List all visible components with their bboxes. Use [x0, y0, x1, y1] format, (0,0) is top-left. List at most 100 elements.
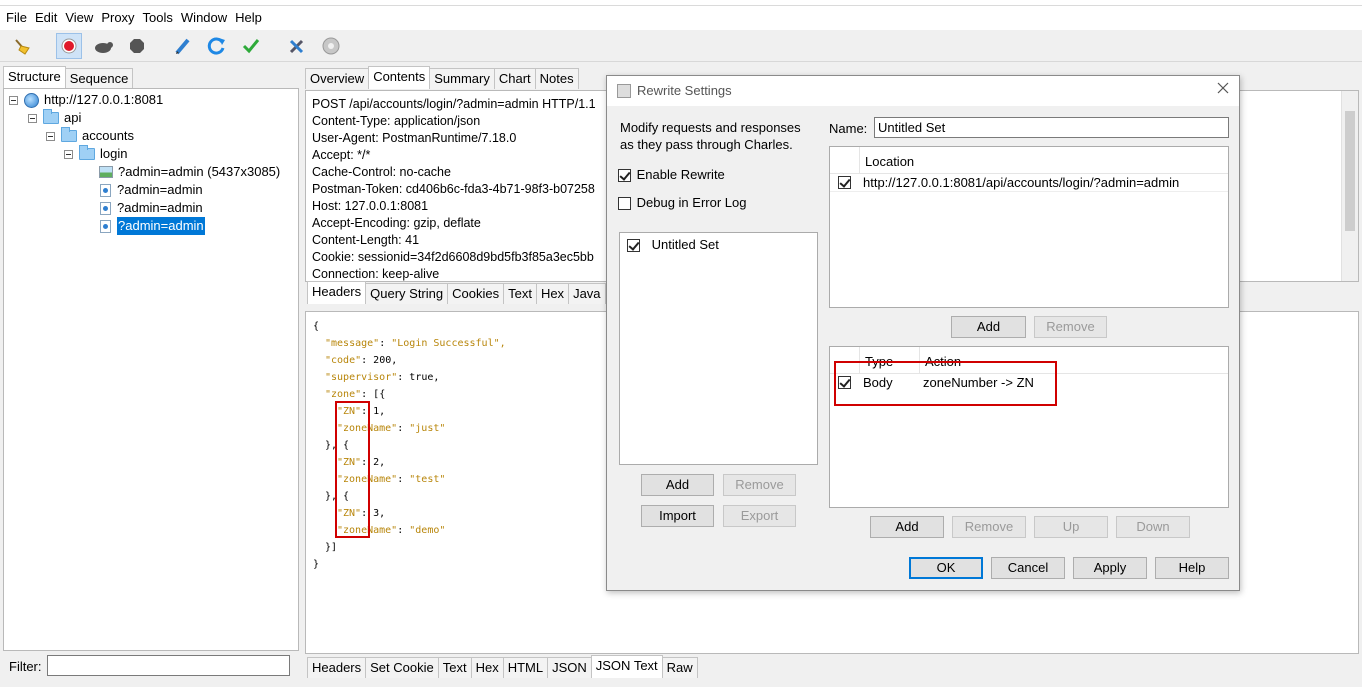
tree-accounts-row[interactable]: accounts — [46, 127, 134, 145]
tab-hex[interactable]: Hex — [535, 283, 570, 304]
settings-icon[interactable] — [318, 33, 344, 59]
header-line: Cookie: sessionid=34f2d6608d9bd5fb3f85a3… — [312, 250, 594, 264]
collapse-icon[interactable] — [9, 95, 18, 105]
record-icon[interactable] — [56, 33, 82, 59]
folder-icon — [61, 127, 77, 142]
json-value: "demo" — [409, 525, 446, 536]
cancel-button[interactable]: Cancel — [991, 557, 1065, 579]
validate-icon[interactable] — [238, 33, 264, 59]
remove-set-button[interactable]: Remove — [723, 474, 796, 496]
menu-file[interactable]: File — [2, 10, 31, 26]
checkbox-checked-icon[interactable] — [627, 239, 640, 253]
menu-tools[interactable]: Tools — [139, 10, 177, 26]
export-button[interactable]: Export — [723, 505, 796, 527]
tab-cookies[interactable]: Cookies — [447, 283, 505, 304]
vertical-scrollbar[interactable] — [1341, 91, 1358, 281]
collapse-icon[interactable] — [64, 149, 73, 159]
remove-location-button[interactable]: Remove — [1034, 316, 1107, 338]
tab-req-headers[interactable]: Headers — [307, 281, 367, 304]
add-set-button[interactable]: Add — [641, 474, 714, 496]
tab-resp-hex[interactable]: Hex — [470, 657, 504, 678]
tab-sequence[interactable]: Sequence — [64, 68, 134, 89]
tree-request-row-selected[interactable]: ?admin=admin — [100, 217, 205, 235]
locations-table[interactable]: Location http://127.0.0.1:8081/api/accou… — [829, 146, 1229, 308]
highlight-box — [335, 401, 370, 538]
filter-bar: Filter: — [3, 652, 299, 682]
compose-icon[interactable] — [170, 33, 196, 59]
remove-rule-button[interactable]: Remove — [952, 516, 1026, 538]
set-name-label: Untitled Set — [651, 237, 719, 252]
header-line: User-Agent: PostmanRuntime/7.18.0 — [312, 131, 517, 145]
checkbox-checked-icon[interactable] — [618, 169, 631, 183]
tab-json[interactable]: JSON — [547, 657, 592, 678]
import-button[interactable]: Import — [641, 505, 714, 527]
tab-structure[interactable]: Structure — [3, 66, 66, 89]
menu-edit[interactable]: Edit — [31, 10, 61, 26]
tree-request-row[interactable]: ?admin=admin — [100, 181, 203, 199]
tree-request-row[interactable]: ?admin=admin — [100, 199, 203, 217]
left-tabbar: Structure Sequence — [3, 66, 134, 89]
tab-java[interactable]: Java — [568, 283, 606, 304]
ok-button[interactable]: OK — [909, 557, 983, 579]
checkbox-unchecked-icon[interactable] — [618, 197, 631, 211]
tab-overview[interactable]: Overview — [305, 68, 370, 89]
scrollbar-thumb[interactable] — [1345, 111, 1355, 231]
collapse-icon[interactable] — [28, 113, 37, 123]
tab-contents[interactable]: Contents — [368, 66, 431, 89]
json-value: 3, — [373, 508, 386, 519]
json-value: "test" — [409, 474, 446, 485]
tree-api-row[interactable]: api — [28, 109, 81, 127]
tree-host-row[interactable]: http://127.0.0.1:8081 — [9, 91, 163, 109]
tools-icon[interactable] — [284, 33, 310, 59]
tab-text[interactable]: Text — [503, 283, 537, 304]
menu-view[interactable]: View — [61, 10, 97, 26]
close-icon[interactable] — [1215, 80, 1231, 99]
menu-proxy[interactable]: Proxy — [97, 10, 138, 26]
highlight-box — [834, 361, 1057, 406]
tree-request-label: ?admin=admin (5437x3085) — [118, 164, 281, 179]
tree-request-row[interactable]: ?admin=admin (5437x3085) — [99, 163, 280, 181]
move-down-button[interactable]: Down — [1116, 516, 1190, 538]
filter-input[interactable] — [47, 655, 290, 676]
tab-set-cookie[interactable]: Set Cookie — [365, 657, 439, 678]
json-key: "zone" — [325, 389, 362, 400]
json-key: "message" — [325, 338, 380, 349]
throttle-icon[interactable] — [90, 33, 116, 59]
json-array-close: }] — [325, 542, 338, 553]
set-list-item[interactable]: Untitled Set — [627, 237, 719, 253]
apply-button[interactable]: Apply — [1073, 557, 1147, 579]
menu-window[interactable]: Window — [177, 10, 231, 26]
location-row[interactable]: http://127.0.0.1:8081/api/accounts/login… — [830, 174, 1228, 192]
checkbox-checked-icon[interactable] — [838, 176, 851, 189]
move-up-button[interactable]: Up — [1034, 516, 1108, 538]
tab-resp-headers[interactable]: Headers — [307, 657, 367, 678]
repeat-icon[interactable] — [204, 33, 230, 59]
tree-request-label: ?admin=admin — [117, 182, 203, 197]
menu-help[interactable]: Help — [231, 10, 266, 26]
tab-chart[interactable]: Chart — [493, 68, 536, 89]
tab-resp-text[interactable]: Text — [437, 657, 472, 678]
enable-rewrite-checkbox[interactable]: Enable Rewrite — [618, 167, 725, 183]
help-button[interactable]: Help — [1155, 557, 1229, 579]
location-column-header[interactable]: Location — [865, 154, 914, 169]
breakpoint-icon[interactable] — [124, 33, 150, 59]
tab-notes[interactable]: Notes — [534, 68, 579, 89]
rules-table[interactable]: Type Action Body zoneNumber -> ZN — [829, 346, 1229, 508]
tree-login-row[interactable]: login — [64, 145, 127, 163]
json-value: true, — [409, 372, 440, 383]
tab-raw[interactable]: Raw — [661, 657, 698, 678]
collapse-icon[interactable] — [46, 131, 55, 141]
add-rule-button[interactable]: Add — [870, 516, 944, 538]
rewrite-sets-list[interactable]: Untitled Set — [619, 232, 818, 465]
header-line: Postman-Token: cd406b6c-fda3-4b71-98f3-b… — [312, 182, 595, 196]
broom-icon[interactable] — [8, 33, 34, 59]
tab-json-text[interactable]: JSON Text — [590, 655, 663, 678]
debug-error-log-checkbox[interactable]: Debug in Error Log — [618, 195, 746, 211]
tab-html[interactable]: HTML — [502, 657, 549, 678]
tree-host-label: http://127.0.0.1:8081 — [44, 92, 164, 107]
tab-summary[interactable]: Summary — [429, 68, 495, 89]
location-url: http://127.0.0.1:8081/api/accounts/login… — [863, 175, 1180, 190]
tab-query-string[interactable]: Query String — [365, 283, 449, 304]
add-location-button[interactable]: Add — [951, 316, 1026, 338]
set-name-input[interactable]: Untitled Set — [874, 117, 1229, 138]
